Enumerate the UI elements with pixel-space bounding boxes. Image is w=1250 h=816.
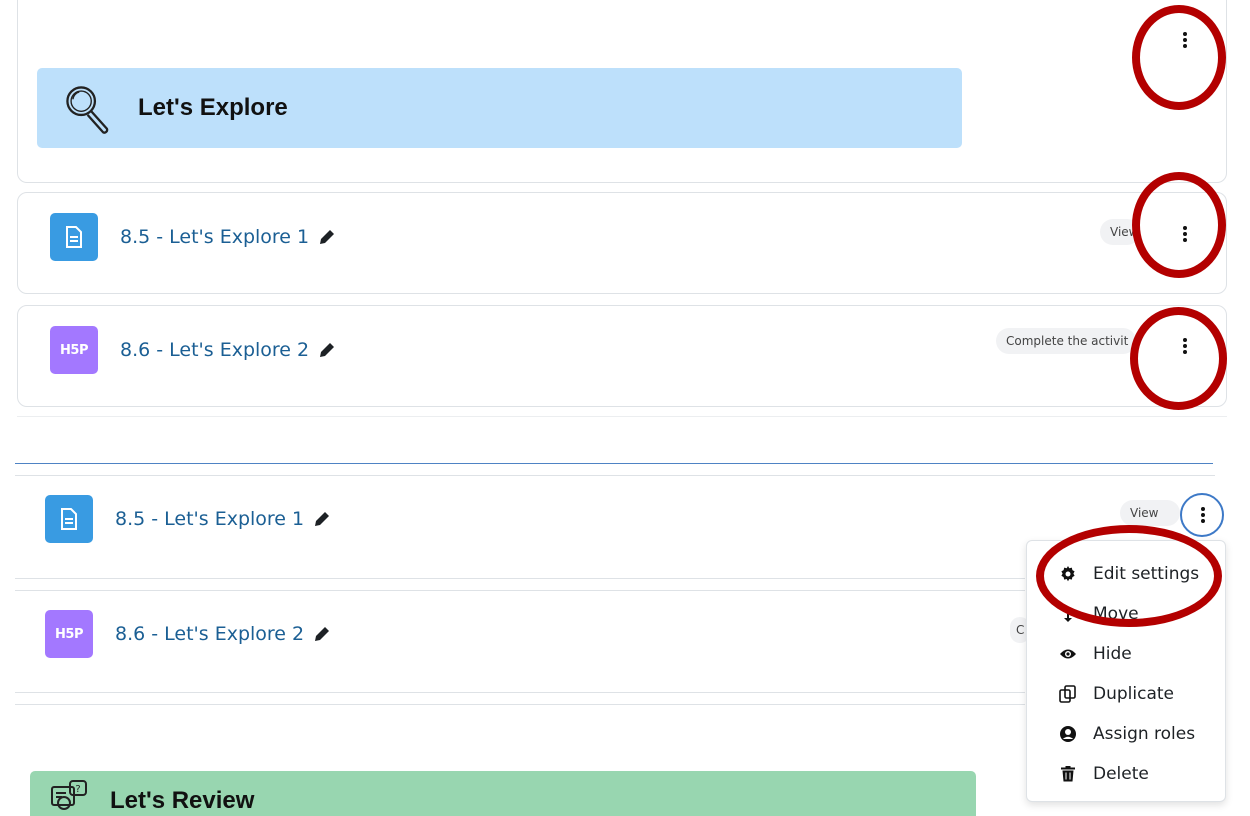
activity-action-menu: Edit settings Move Hide Duplicate Assign… [1026,540,1226,802]
menu-item-assign-roles[interactable]: Assign roles [1027,714,1225,754]
divider [15,692,1025,693]
activity-row[interactable]: 8.5 - Let's Explore 1 [45,495,330,543]
eye-icon [1059,645,1077,663]
activity-row[interactable]: H5P 8.6 - Let's Explore 2 [50,326,335,374]
activity-link[interactable]: 8.5 - Let's Explore 1 [115,508,304,530]
move-icon [1059,605,1077,623]
user-icon [1059,725,1077,743]
h5p-icon: H5P [50,326,98,374]
divider [15,704,1025,705]
section-separator [15,463,1213,464]
menu-item-duplicate[interactable]: Duplicate [1027,674,1225,714]
divider [17,416,1227,417]
divider [15,590,1025,591]
activity-actions-kebab-icon[interactable] [1175,224,1195,244]
duplicate-icon [1059,685,1077,703]
menu-item-label: Move [1093,604,1139,624]
divider [15,475,1215,476]
menu-item-label: Assign roles [1093,724,1196,744]
h5p-icon: H5P [45,610,93,658]
activity-link[interactable]: 8.6 - Let's Explore 2 [120,339,309,361]
page-icon [45,495,93,543]
page-icon [50,213,98,261]
menu-item-delete[interactable]: Delete [1027,754,1225,794]
trash-icon [1059,765,1077,783]
section-actions-kebab-icon[interactable] [1175,30,1195,50]
svg-text:?: ? [75,784,80,795]
kebab-icon[interactable] [1193,505,1213,525]
review-icon: ? [51,780,87,810]
activity-actions-kebab-icon[interactable] [1175,336,1195,356]
menu-item-label: Delete [1093,764,1149,784]
completion-badge[interactable]: View [1100,219,1140,245]
menu-item-label: Hide [1093,644,1132,664]
pencil-icon[interactable] [314,626,330,642]
magnifier-icon [66,85,109,134]
pencil-icon[interactable] [319,229,335,245]
pencil-icon[interactable] [319,342,335,358]
menu-item-label: Edit settings [1093,564,1200,584]
completion-badge[interactable]: Complete the activit [996,328,1136,354]
activity-link[interactable]: 8.6 - Let's Explore 2 [115,623,304,645]
activity-link[interactable]: 8.5 - Let's Explore 1 [120,226,309,248]
menu-item-hide[interactable]: Hide [1027,634,1225,674]
menu-item-label: Duplicate [1093,684,1174,704]
completion-badge[interactable]: View [1120,500,1180,526]
activity-row[interactable]: 8.5 - Let's Explore 1 [50,213,335,261]
pencil-icon[interactable] [314,511,330,527]
explore-title: Let's Explore [138,94,288,121]
gear-icon [1059,565,1077,583]
activity-row[interactable]: H5P 8.6 - Let's Explore 2 [45,610,330,658]
review-banner: ? Let's Review [30,771,976,816]
review-title: Let's Review [110,787,255,814]
explore-banner: Let's Explore [37,68,962,148]
menu-item-edit-settings[interactable]: Edit settings [1027,554,1225,594]
divider [15,578,1025,579]
menu-item-move[interactable]: Move [1027,594,1225,634]
